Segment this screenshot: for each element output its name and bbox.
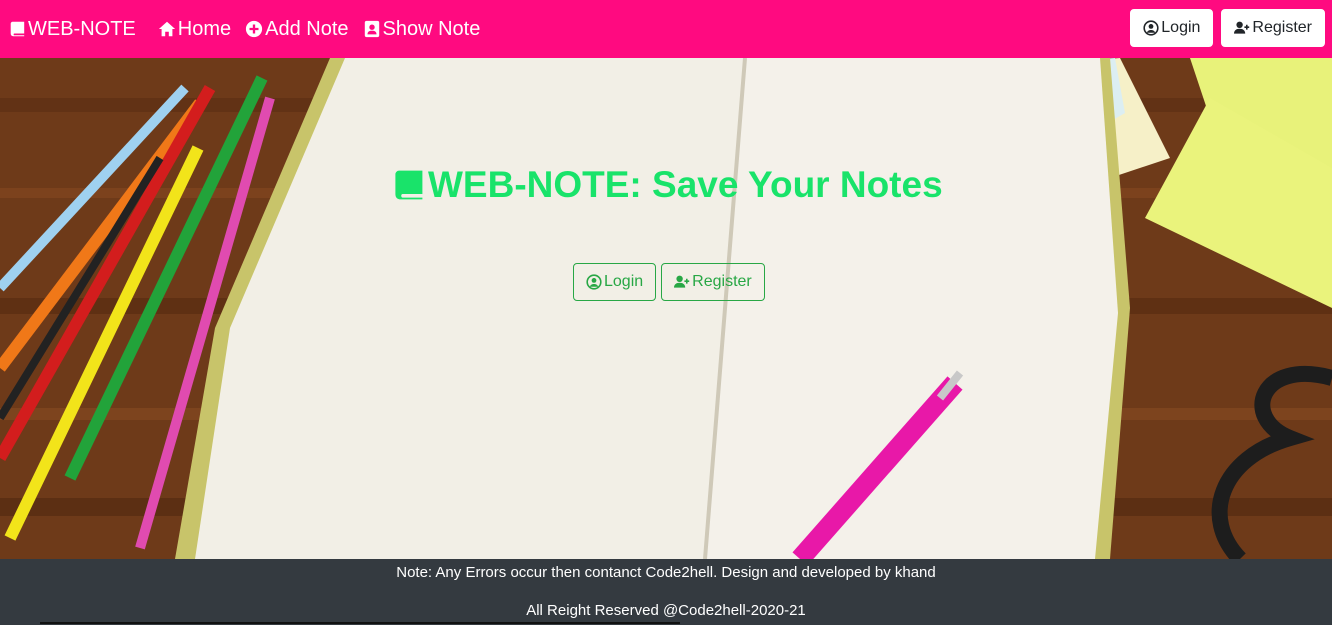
footer-copyright: All Reight Reserved @Code2hell-2020-21 — [526, 602, 806, 619]
nav-link-show-note-label: Show Note — [382, 17, 481, 40]
home-icon — [158, 21, 175, 37]
hero-register-label: Register — [692, 273, 752, 290]
nav-link-home-label: Home — [177, 17, 232, 40]
footer: Note: Any Errors occur then contanct Cod… — [0, 559, 1332, 625]
brand-label: WEB-NOTE — [28, 17, 136, 40]
navbar-login-label: Login — [1161, 19, 1201, 36]
nav-auth-buttons: Login Register — [1122, 9, 1325, 47]
nav-links: Home Add Note Show Note — [158, 18, 495, 41]
address-book-icon — [364, 20, 379, 38]
hero-title: WEB-NOTE: Save Your Notes — [390, 164, 943, 206]
nav-link-add-note-label: Add Note — [265, 17, 349, 40]
hero-login-label: Login — [604, 273, 644, 290]
book-icon — [395, 170, 423, 200]
footer-note: Note: Any Errors occur then contanct Cod… — [396, 564, 936, 581]
hero-background-image — [0, 58, 1332, 559]
user-plus-icon — [1234, 21, 1250, 34]
user-circle-icon — [1143, 20, 1159, 36]
user-circle-icon — [586, 274, 602, 290]
navbar-register-button[interactable]: Register — [1221, 9, 1325, 47]
nav-link-show-note[interactable]: Show Note — [363, 17, 481, 41]
hero-buttons: Login Register — [573, 263, 770, 301]
hero-register-button[interactable]: Register — [661, 263, 765, 301]
plus-circle-icon — [246, 20, 263, 38]
navbar-brand[interactable]: WEB-NOTE — [8, 18, 136, 41]
hero-title-text: WEB-NOTE: Save Your Notes — [428, 164, 943, 205]
navbar: WEB-NOTE Home Add Note Show Note Login R… — [0, 0, 1332, 58]
hero-section: WEB-NOTE: Save Your Notes Login Register — [0, 58, 1332, 559]
footer-divider — [40, 622, 680, 624]
navbar-login-button[interactable]: Login — [1130, 9, 1214, 47]
user-plus-icon — [674, 275, 690, 288]
navbar-register-label: Register — [1252, 19, 1312, 36]
nav-link-home[interactable]: Home — [158, 18, 231, 41]
hero-login-button[interactable]: Login — [573, 263, 657, 301]
book-icon — [10, 21, 25, 37]
nav-link-add-note[interactable]: Add Note — [245, 17, 349, 41]
